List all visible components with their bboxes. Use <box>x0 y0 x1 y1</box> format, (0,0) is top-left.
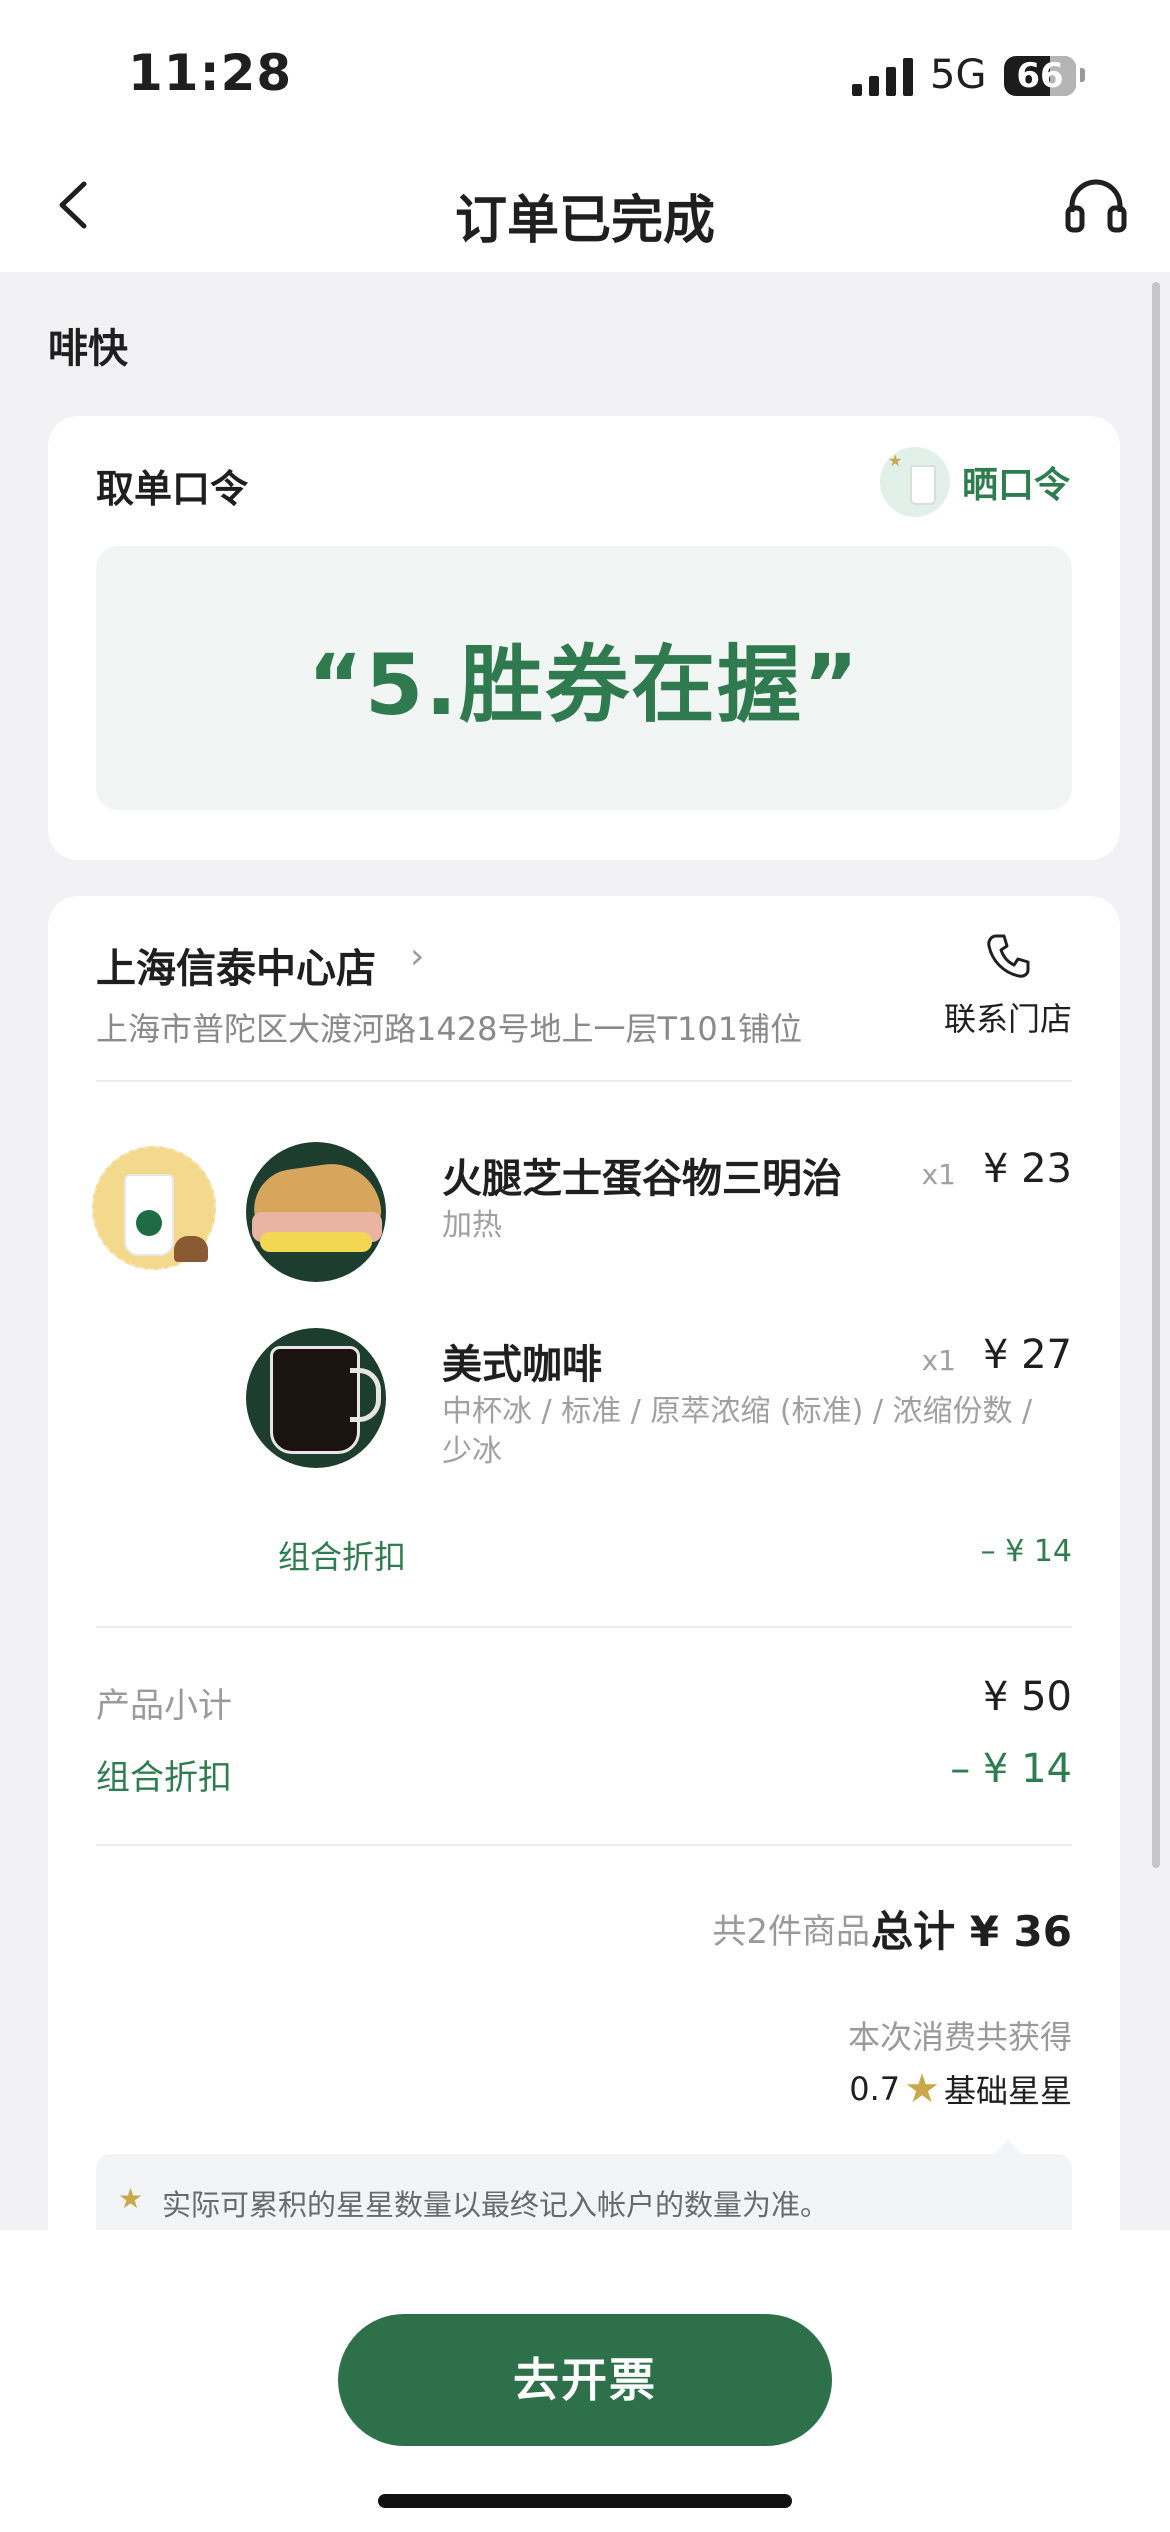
battery-level: 66 <box>1016 56 1064 96</box>
home-indicator <box>378 2494 792 2508</box>
item-qty: x1 <box>921 1158 956 1191</box>
subtotal-label: 产品小计 <box>96 1686 232 1726</box>
combo-badge-icon <box>88 1140 218 1280</box>
stars-amount: 0.7 <box>849 2070 901 2108</box>
order-card: 上海信泰中心店 › 上海市普陀区大渡河路1428号地上一层T101铺位 联系门店… <box>48 896 1120 2336</box>
signal-icon <box>852 58 913 96</box>
share-code-button[interactable]: ★ 晒口令 <box>879 444 1070 520</box>
stars-earned: 0.7 ★ 基础星星 <box>849 2066 1072 2112</box>
page-title: 订单已完成 <box>454 191 715 251</box>
nav-bar: 订单已完成 <box>0 140 1170 272</box>
pickup-title: 取单口令 <box>96 467 249 511</box>
stars-earned-label: 本次消费共获得 <box>847 2018 1072 2056</box>
scrollbar[interactable] <box>1152 282 1160 1868</box>
item-qty: x1 <box>921 1344 956 1377</box>
sandwich-image <box>246 1142 386 1282</box>
battery-icon: 66 <box>1004 56 1076 96</box>
stars-notice-text: 实际可累积的星星数量以最终记入帐户的数量为准。 <box>162 2188 830 2222</box>
contact-store-button[interactable]: 联系门店 <box>918 932 1098 1040</box>
headset-icon[interactable] <box>1064 176 1128 236</box>
divider <box>96 1844 1072 1846</box>
contact-store-label: 联系门店 <box>943 1000 1072 1038</box>
divider <box>96 1626 1072 1628</box>
item-price: ¥ 23 <box>982 1146 1072 1192</box>
share-code-label: 晒口令 <box>961 465 1070 506</box>
phone-icon <box>987 934 1030 978</box>
item-count: 共2件商品 <box>712 1912 870 1952</box>
discount-label: 组合折扣 <box>96 1758 232 1798</box>
item-name: 美式咖啡 <box>442 1342 602 1388</box>
pickup-code-box: “5.胜券在握” <box>96 546 1072 810</box>
status-bar: 11:28 5G 66 <box>0 0 1170 140</box>
status-time: 11:28 <box>128 44 293 102</box>
share-cup-icon: ★ <box>879 447 950 517</box>
stars-type: 基础星星 <box>943 2072 1072 2110</box>
pickup-code-card: 取单口令 ★ 晒口令 “5.胜券在握” <box>48 416 1120 860</box>
item-options: 中杯冰 / 标准 / 原萃浓缩 (标准) / 浓缩份数 / 少冰 <box>442 1394 1033 1469</box>
discount-value: – ¥ 14 <box>950 1746 1072 1792</box>
network-type: 5G <box>930 52 987 98</box>
battery-tip <box>1080 68 1085 82</box>
item-options: 加热 <box>442 1208 502 1243</box>
item-name: 火腿芝士蛋谷物三明治 <box>442 1156 842 1202</box>
pickup-code: “5.胜券在握” <box>307 635 861 734</box>
brand-logo: 啡快 <box>48 326 128 372</box>
item-price: ¥ 27 <box>982 1332 1072 1378</box>
store-address: 上海市普陀区大渡河路1428号地上一层T101铺位 <box>96 1010 803 1048</box>
store-name[interactable]: 上海信泰中心店 <box>96 936 376 994</box>
divider <box>96 1080 1072 1082</box>
americano-image <box>246 1328 386 1468</box>
invoice-button[interactable]: 去开票 <box>338 2314 832 2446</box>
order-total: 总计 ¥ 36 <box>871 1907 1072 1956</box>
combo-discount-label: 组合折扣 <box>278 1538 407 1576</box>
star-icon: ★ <box>904 2066 940 2112</box>
chevron-right-icon[interactable]: › <box>410 936 424 977</box>
star-icon: ★ <box>118 2182 144 2215</box>
combo-discount-value: – ¥ 14 <box>980 1534 1072 1569</box>
bottom-bar: 去开票 <box>0 2230 1170 2532</box>
subtotal-value: ¥ 50 <box>982 1674 1072 1720</box>
